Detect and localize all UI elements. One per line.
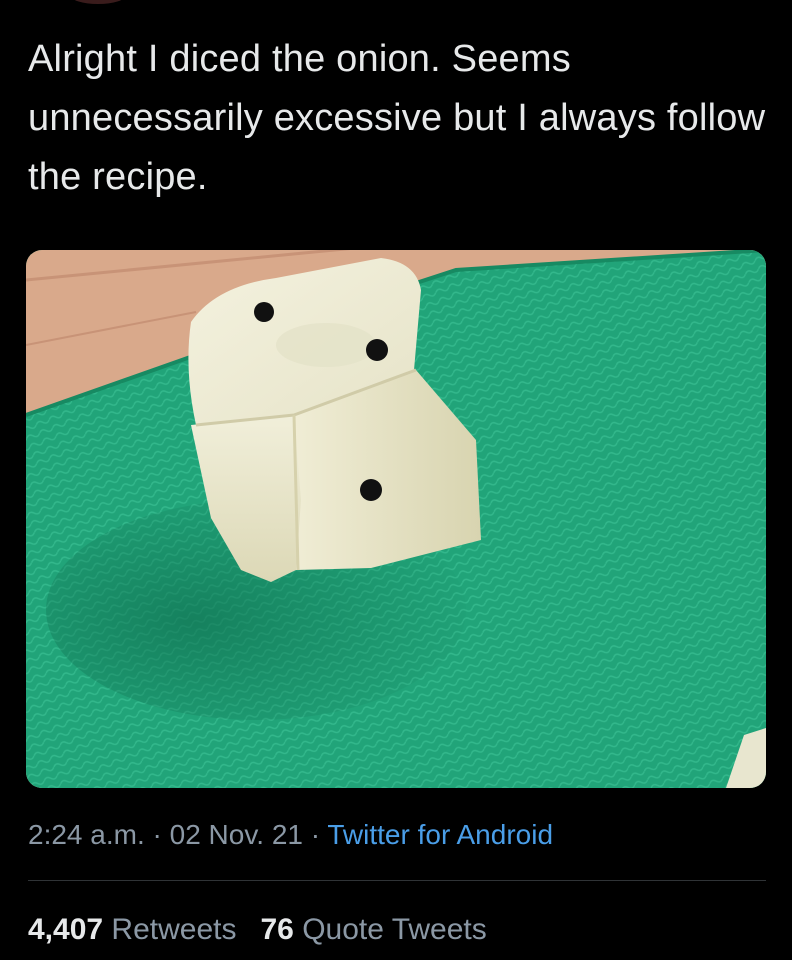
separator: · [152, 819, 162, 850]
onion-dice-photo [26, 250, 766, 788]
retweets-label: Retweets [111, 913, 237, 946]
tweet-media[interactable] [26, 250, 766, 788]
tweet-time: 2:24 a.m. [28, 819, 145, 850]
tweet-date[interactable]: 02 Nov. 21 [170, 819, 303, 850]
tweet-metadata: 2:24 a.m. · 02 Nov. 21 · Twitter for And… [28, 815, 553, 855]
dice-pip [366, 339, 388, 361]
tweet-text: Alright I diced the onion. Seems unneces… [28, 38, 766, 198]
tweet-stats: 4,407 Retweets 76 Quote Tweets [28, 910, 487, 950]
retweets-stat[interactable]: 4,407 Retweets [28, 913, 236, 946]
quote-tweets-label: Quote Tweets [302, 913, 487, 946]
dice-pip [360, 479, 382, 501]
quote-tweets-stat[interactable]: 76 Quote Tweets [260, 913, 486, 946]
divider [28, 880, 766, 881]
retweets-count: 4,407 [28, 913, 104, 946]
quote-tweets-count: 76 [260, 913, 294, 946]
avatar[interactable] [70, 0, 126, 4]
separator: · [310, 819, 321, 850]
dice-pip [254, 302, 274, 322]
tweet-source-link[interactable]: Twitter for Android [327, 819, 553, 850]
